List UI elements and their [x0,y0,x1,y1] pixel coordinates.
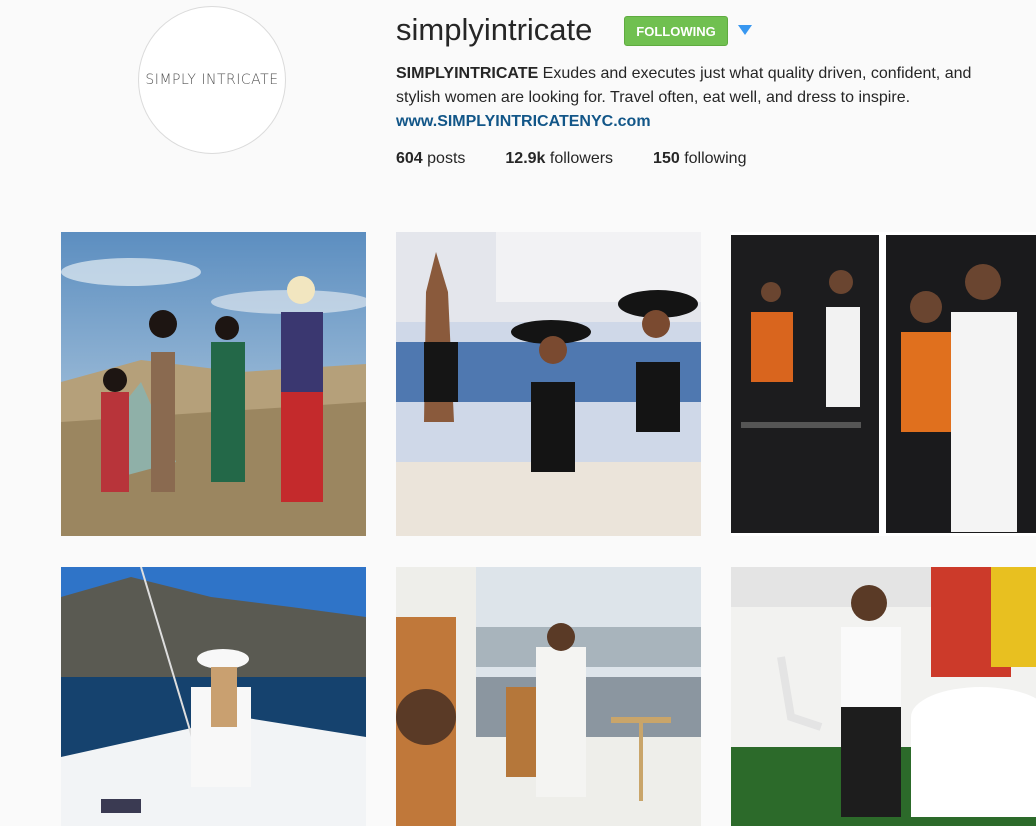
followers-count: 12.9k [505,150,546,167]
post-woman-on-sailboat[interactable] [61,567,366,826]
post-woman-at-event-tent[interactable] [731,567,1036,826]
following-stat[interactable]: 150 following [653,148,746,170]
followers-label: followers [549,150,614,167]
posts-label: posts [427,150,466,167]
following-label: following [684,150,747,167]
following-button[interactable]: FOLLOWING [624,16,728,46]
post-event-red-carpet[interactable] [731,232,1036,536]
followers-stat[interactable]: 12.9k followers [505,148,613,170]
triangle-down-icon[interactable] [737,22,753,38]
profile-stats: 604 posts 12.9k followers 150 following [396,148,786,170]
post-woman-reading-by-window[interactable] [396,567,701,826]
post-models-in-dunes[interactable] [61,232,366,536]
bio-name: SIMPLYINTRICATE [396,65,539,82]
posts-stat: 604 posts [396,148,465,170]
profile-username: simplyintricate [396,12,593,47]
post-women-on-yacht[interactable] [396,232,701,536]
avatar-logo-text: SIMPLY INTRICATE [145,72,279,88]
profile-bio: SIMPLYINTRICATE Exudes and executes just… [396,62,1006,134]
profile-avatar[interactable]: SIMPLY INTRICATE [138,6,286,154]
posts-count: 604 [396,150,423,167]
following-count: 150 [653,150,680,167]
website-link[interactable]: www.SIMPLYINTRICATENYC.com [396,110,1006,134]
